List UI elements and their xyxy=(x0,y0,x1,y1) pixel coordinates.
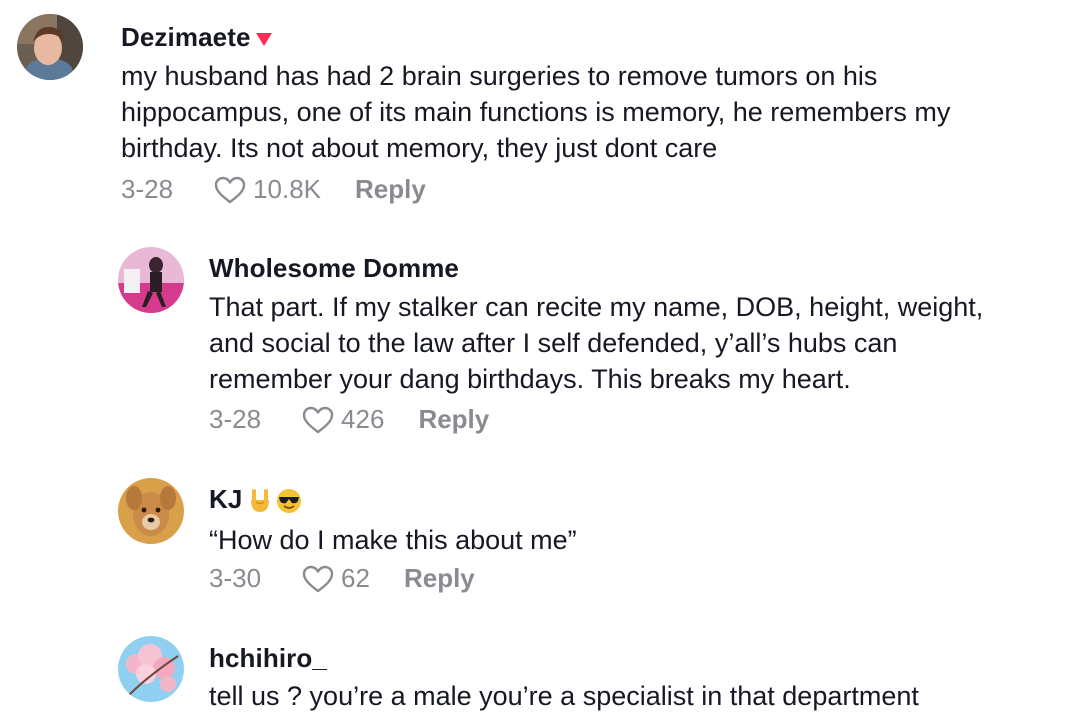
like-count: 426 xyxy=(341,404,385,434)
like-count: 62 xyxy=(341,563,370,593)
reply-button[interactable]: Reply xyxy=(404,563,475,594)
like-button[interactable]: 62 xyxy=(301,563,370,594)
comment-line: and social to the law after I self defen… xyxy=(209,328,898,358)
comment-item: hchihiro_ tell us ? you’re a male you’re… xyxy=(0,620,1066,724)
comment-text: tell us ? you’re a male you’re a special… xyxy=(209,678,919,714)
red-triangle-icon xyxy=(255,33,272,47)
username[interactable]: Wholesome Domme xyxy=(209,253,459,284)
comment-meta: 3-28 426 Reply xyxy=(209,404,489,435)
comment-item: KJ “How do I make this about me” 3-30 62… xyxy=(0,460,1066,620)
comment-line: remember your dang birthdays. This break… xyxy=(209,364,851,394)
username[interactable]: hchihiro_ xyxy=(209,643,327,674)
like-button[interactable]: 10.8K xyxy=(213,174,321,205)
username[interactable]: Dezimaete xyxy=(121,22,273,53)
heart-icon xyxy=(302,565,334,592)
comment-text: That part. If my stalker can recite my n… xyxy=(209,289,983,397)
username-text: KJ xyxy=(209,484,243,514)
avatar[interactable] xyxy=(118,247,184,313)
reply-button[interactable]: Reply xyxy=(418,404,489,435)
comment-item: Wholesome Domme That part. If my stalker… xyxy=(0,230,1066,460)
comment-line: tell us ? you’re a male you’re a special… xyxy=(209,681,919,711)
like-button[interactable]: 426 xyxy=(301,404,384,435)
like-count: 10.8K xyxy=(253,174,321,204)
reply-button[interactable]: Reply xyxy=(355,174,426,205)
username-text: Dezimaete xyxy=(121,22,251,52)
username[interactable]: KJ xyxy=(209,484,302,515)
comment-date: 3-28 xyxy=(209,404,262,434)
avatar[interactable] xyxy=(17,14,83,80)
avatar[interactable] xyxy=(118,478,184,544)
rock-on-hand-emoji xyxy=(251,489,270,513)
comment-meta: 3-28 10.8K Reply xyxy=(121,174,426,205)
comment-line: my husband has had 2 brain surgeries to … xyxy=(121,61,878,91)
comment-line: birthday. Its not about memory, they jus… xyxy=(121,133,718,163)
comment-line: “How do I make this about me” xyxy=(209,525,577,555)
avatar[interactable] xyxy=(118,636,184,702)
comment-text: “How do I make this about me” xyxy=(209,522,577,558)
heart-icon xyxy=(302,406,334,433)
sunglasses-face-emoji xyxy=(277,489,302,514)
comment-text: my husband has had 2 brain surgeries to … xyxy=(121,58,950,166)
comment-date: 3-28 xyxy=(121,174,174,204)
heart-icon xyxy=(214,176,246,203)
comment-line: That part. If my stalker can recite my n… xyxy=(209,292,984,322)
comment-item: Dezimaete my husband has had 2 brain sur… xyxy=(0,0,1066,230)
comment-line: hippocampus, one of its main functions i… xyxy=(121,97,951,127)
comment-meta: 3-30 62 Reply xyxy=(209,563,475,594)
comment-date: 3-30 xyxy=(209,563,262,593)
